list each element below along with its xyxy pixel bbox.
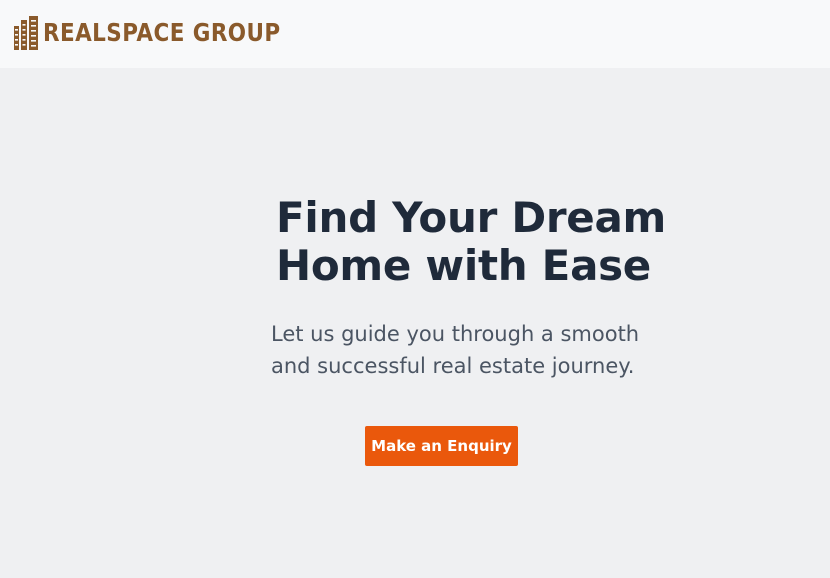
hero-subtitle-line-2: and successful real estate journey. [271, 354, 635, 378]
brand-logo-link[interactable]: REALSPACE GROUP [14, 16, 319, 50]
page: REALSPACE GROUP Find Your Dream Home with… [0, 0, 830, 578]
hero-title-line-1: Find Your Dream [276, 193, 666, 242]
top-navbar: REALSPACE GROUP [0, 0, 830, 68]
hero-subtitle-line-1: Let us guide you through a smooth [271, 322, 640, 346]
hero-title: Find Your Dream Home with Ease [276, 194, 696, 290]
building-icon [14, 16, 38, 50]
hero-subtitle: Let us guide you through a smooth and suc… [271, 318, 671, 382]
brand-name: REALSPACE GROUP [43, 18, 281, 47]
hero-title-line-2: Home with Ease [276, 241, 651, 290]
make-enquiry-button[interactable]: Make an Enquiry [365, 426, 518, 466]
